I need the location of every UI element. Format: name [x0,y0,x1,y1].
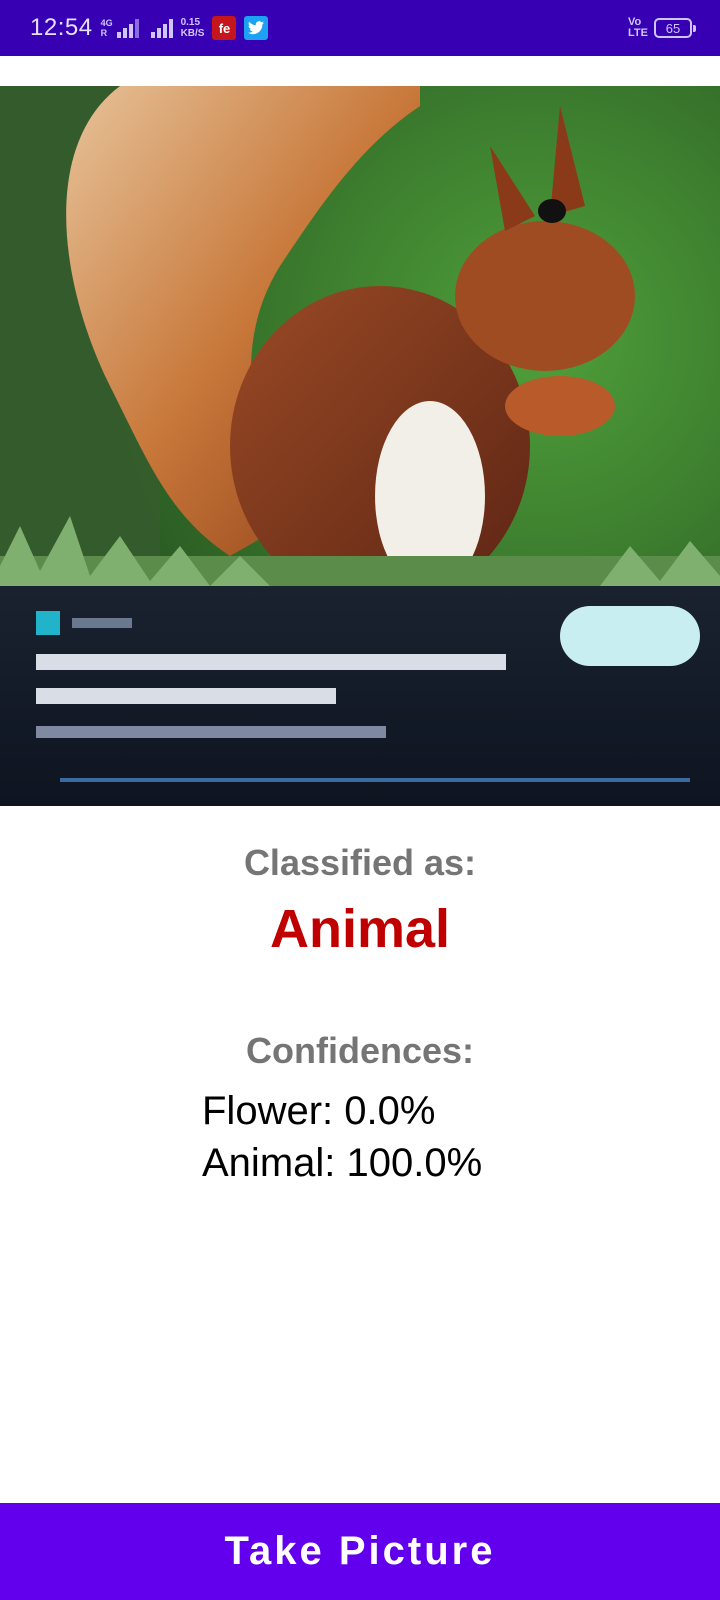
confidences-label: Confidences: [245,1030,475,1071]
network-type-label: 4G [100,18,113,28]
network-speed-value: 0.15 [180,17,201,28]
captured-photo [0,86,720,806]
status-time: 12:54 [30,14,93,41]
volte-icon: Vo LTE [628,17,648,39]
battery-level: 65 [665,20,681,36]
network-speed: 0.15 KB/S [181,17,205,39]
battery-icon: 65 [654,18,696,38]
take-picture-button[interactable]: Take Picture [0,1503,720,1600]
app-notification-icon: fe [212,16,237,40]
confidences-list: Flower: 0.0% Animal: 100.0% [202,1085,602,1189]
confidence-flower: Flower: 0.0% [202,1089,436,1133]
confidence-animal: Animal: 100.0% [202,1141,483,1185]
classified-as-label: Classified as: [243,842,477,883]
network-speed-unit: KB/S [180,28,205,39]
twitter-icon [244,16,269,40]
classified-result: Animal [269,899,451,959]
signal-2-icon [150,18,173,38]
squirrel-photo [0,86,720,806]
roaming-label: R [100,28,108,38]
status-bar: 12:54 4G R 0.15 KB/S fe Vo LTE 65 [0,0,720,56]
volte-bottom: LTE [628,27,648,39]
network-type: 4G R [101,18,113,38]
signal-1-icon [116,18,139,38]
